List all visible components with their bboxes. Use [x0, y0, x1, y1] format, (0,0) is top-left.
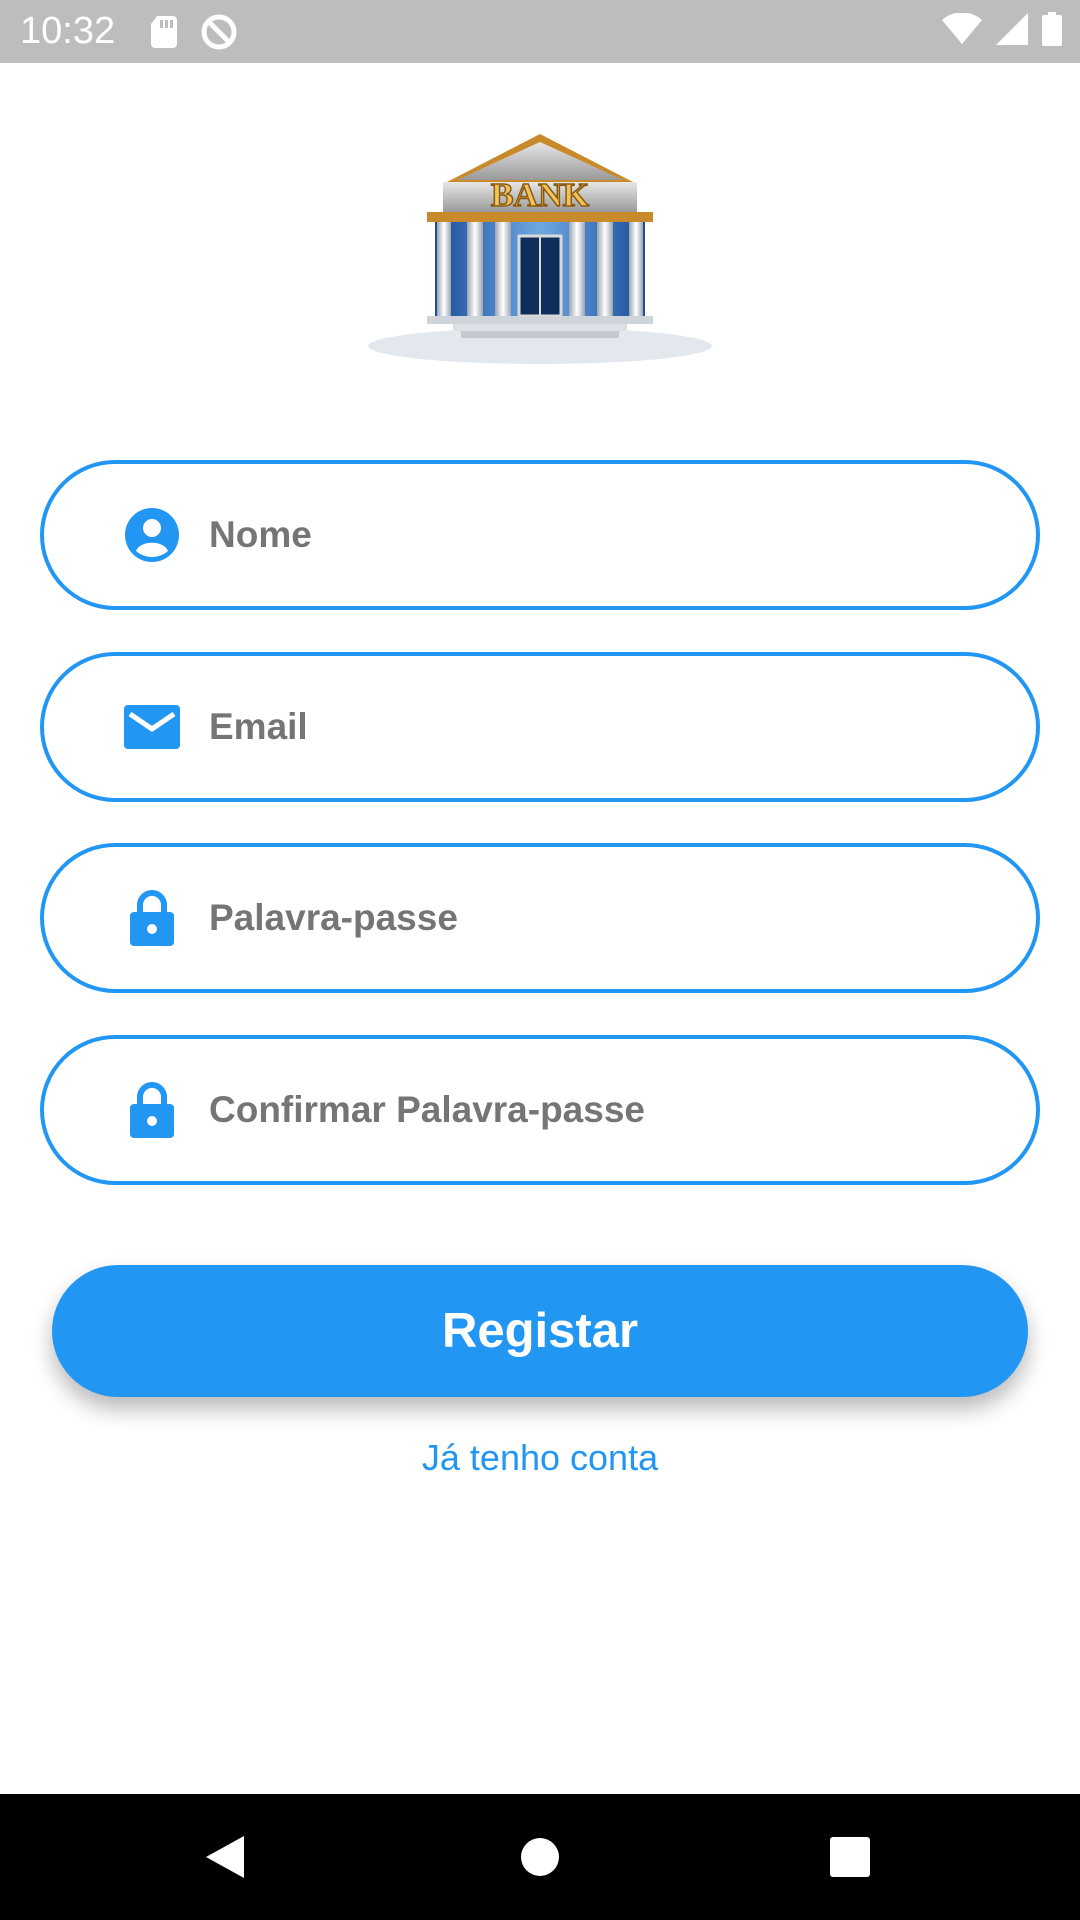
battery-icon [1042, 12, 1062, 51]
lock-icon [124, 890, 180, 946]
confirm-password-field[interactable]: Confirmar Palavra-passe [40, 1035, 1040, 1185]
mail-icon [124, 699, 180, 755]
logo-text: BANK [491, 177, 590, 214]
email-field[interactable]: Email [40, 652, 1040, 802]
register-button[interactable]: Registar [52, 1265, 1028, 1397]
wifi-icon [942, 12, 982, 50]
sd-card-icon [151, 15, 179, 48]
navigation-bar [0, 1794, 1080, 1920]
email-field-placeholder: Email [209, 706, 308, 747]
recents-icon[interactable] [790, 1794, 910, 1920]
name-field[interactable]: Nome [40, 460, 1040, 610]
password-field[interactable]: Palavra-passe [40, 843, 1040, 993]
do-not-disturb-icon [201, 14, 237, 50]
login-link[interactable]: Já tenho conta [0, 1437, 1080, 1479]
status-bar: 10:32 [0, 0, 1080, 63]
home-icon[interactable] [480, 1794, 600, 1920]
account-circle-icon [124, 507, 180, 563]
confirm-password-field-placeholder: Confirmar Palavra-passe [209, 1089, 645, 1130]
lock-icon [124, 1082, 180, 1138]
cell-signal-icon [996, 13, 1028, 50]
back-icon[interactable] [165, 1794, 285, 1920]
status-time: 10:32 [20, 10, 116, 52]
name-field-placeholder: Nome [209, 514, 312, 555]
password-field-placeholder: Palavra-passe [209, 897, 458, 938]
bank-building-logo: BANK [365, 128, 715, 368]
